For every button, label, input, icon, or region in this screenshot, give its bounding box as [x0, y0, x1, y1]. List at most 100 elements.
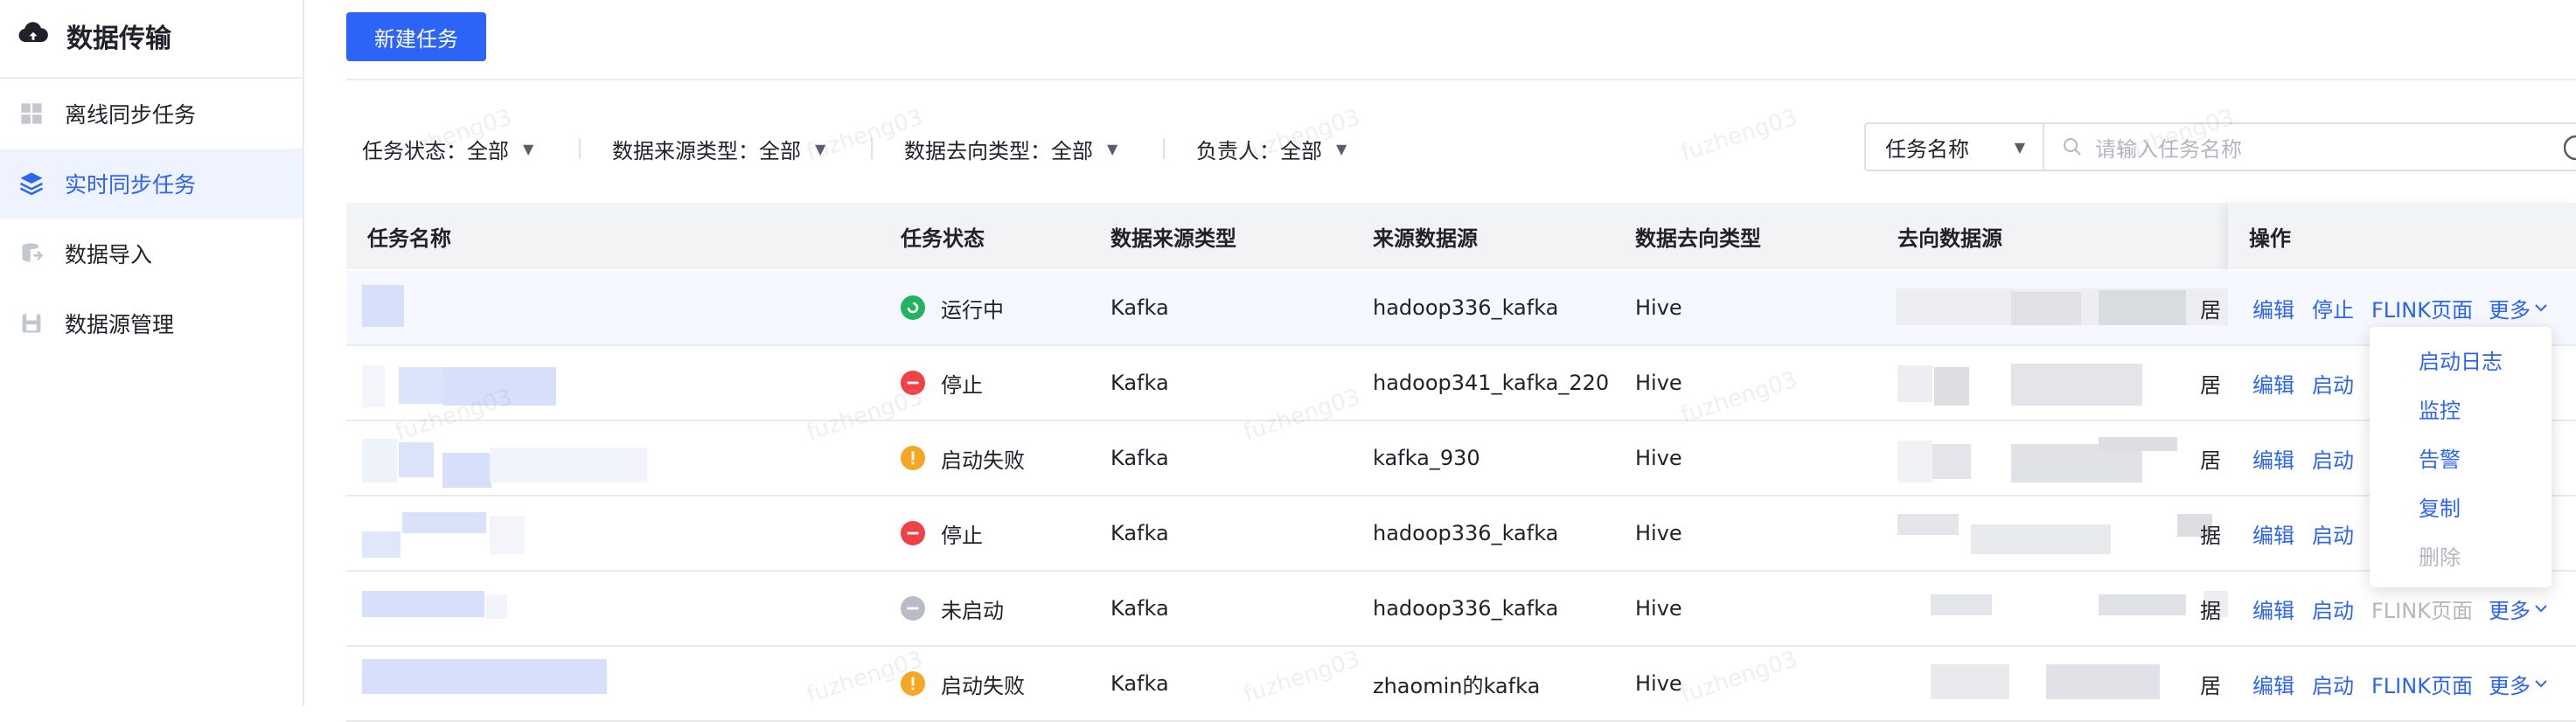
dest-type-cell: Hive: [1635, 295, 1682, 320]
dest-source-cell: 居: [2200, 372, 2221, 398]
chevron-down-icon: [2534, 603, 2548, 614]
redacted-task-name: [362, 285, 404, 327]
redacted-task-name: [490, 516, 525, 554]
menu-item-delete: 删除: [2419, 545, 2461, 570]
status-cell: 停止: [901, 346, 983, 420]
sidebar-item-datasource[interactable]: 数据源管理: [0, 288, 303, 358]
failed-status-icon: [901, 671, 925, 696]
status-cell: 运行中: [901, 271, 1004, 344]
divider: [579, 138, 581, 159]
ops-cell: 编辑 启动 FLINK页面 更多: [2228, 647, 2576, 722]
column-header: 数据去向类型: [1635, 226, 1761, 251]
search-field-select[interactable]: 任务名称 ▼: [1864, 122, 2044, 171]
source-cell: hadoop336_kafka: [1373, 521, 1559, 545]
redacted-task-name: [402, 512, 486, 533]
dest-type-cell: Hive: [1635, 521, 1682, 545]
redacted-task-name: [362, 591, 484, 617]
dest-source-cell: 据: [2200, 523, 2221, 548]
source-type-cell: Kafka: [1110, 371, 1169, 395]
grid-icon: [17, 100, 45, 128]
toggle-run-button[interactable]: 启动: [2312, 496, 2354, 570]
edit-button[interactable]: 编辑: [2252, 271, 2294, 344]
column-header: 去向数据源: [1897, 226, 2002, 251]
chevron-down-icon: [2534, 302, 2548, 313]
menu-item-alert[interactable]: 告警: [2419, 442, 2461, 473]
source-cell: hadoop336_kafka: [1373, 596, 1559, 621]
ops-header: 操作: [2228, 203, 2576, 269]
new-task-button[interactable]: 新建任务: [346, 12, 486, 61]
more-button[interactable]: 更多: [2489, 647, 2548, 720]
redacted-dest-source: [2099, 437, 2177, 451]
column-header: 数据来源类型: [1110, 226, 1236, 251]
redacted-task-name: [362, 531, 400, 558]
source-cell: hadoop336_kafka: [1373, 295, 1559, 320]
app-title: 数据传输: [66, 24, 171, 54]
dest-source-cell: 据: [2200, 598, 2221, 623]
redacted-task-name: [362, 365, 385, 407]
edit-button[interactable]: 编辑: [2252, 346, 2294, 420]
dest-source-cell: 居: [2200, 673, 2221, 698]
more-dropdown-menu: 启动日志 监控 告警 复制 删除: [2370, 327, 2552, 587]
caret-down-icon: ▼: [523, 140, 534, 157]
filter-dest-type[interactable]: 数据去向类型： 全部 ▼: [904, 131, 1117, 166]
column-header: 任务状态: [901, 226, 985, 251]
search-input[interactable]: 请输入任务名称: [2044, 122, 2576, 171]
source-cell: hadoop341_kafka_220: [1373, 371, 1610, 395]
toggle-run-button[interactable]: 启动: [2312, 647, 2354, 720]
search-group: 任务名称 ▼ 请输入任务名称: [1864, 122, 2576, 171]
redacted-dest-source: [2011, 292, 2081, 325]
redacted-dest-source: [2046, 664, 2160, 699]
dest-type-cell: Hive: [1635, 671, 1682, 696]
redacted-task-name: [442, 453, 491, 488]
toggle-run-button[interactable]: 启动: [2312, 572, 2354, 645]
status-text: 启动失败: [941, 448, 1025, 473]
flink-page-link[interactable]: FLINK页面: [2371, 647, 2473, 720]
menu-item-monitor[interactable]: 监控: [2419, 393, 2461, 424]
redacted-dest-source: [1931, 594, 1992, 615]
filter-source-type[interactable]: 数据来源类型： 全部 ▼: [612, 131, 825, 166]
sidebar-item-label: 离线同步任务: [65, 102, 197, 128]
status-text: 未启动: [941, 598, 1004, 623]
column-header: 任务名称: [367, 226, 451, 251]
refresh-icon[interactable]: [2563, 133, 2576, 166]
status-text: 停止: [941, 523, 983, 548]
dest-source-cell: 居: [2200, 448, 2221, 473]
column-header: 操作: [2249, 226, 2291, 251]
menu-item-start-log[interactable]: 启动日志: [2419, 344, 2503, 375]
edit-button[interactable]: 编辑: [2252, 496, 2294, 570]
redacted-task-name: [442, 367, 556, 406]
status-cell: 启动失败: [901, 421, 1025, 495]
toggle-run-button[interactable]: 启动: [2312, 421, 2354, 495]
sidebar-item-offline-sync[interactable]: 离线同步任务: [0, 79, 303, 149]
toggle-run-button[interactable]: 启动: [2312, 346, 2354, 420]
divider: [346, 79, 2576, 80]
filter-owner[interactable]: 负责人： 全部 ▼: [1196, 131, 1347, 166]
stopped-status-icon: [901, 371, 925, 395]
redacted-dest-source: [2011, 364, 2142, 406]
toggle-run-button[interactable]: 停止: [2312, 271, 2354, 344]
database-import-icon: [17, 240, 45, 267]
filter-label: 负责人：: [1196, 138, 1280, 163]
layers-icon: [17, 170, 45, 198]
sidebar-item-label: 数据源管理: [65, 312, 175, 337]
redacted-dest-source: [1971, 524, 2111, 554]
sidebar-item-realtime-sync[interactable]: 实时同步任务: [0, 149, 303, 219]
divider: [1163, 138, 1165, 159]
dest-type-cell: Hive: [1635, 596, 1682, 621]
caret-down-icon: ▼: [1107, 140, 1118, 157]
redacted-dest-source: [1897, 365, 1932, 402]
caret-down-icon: ▼: [815, 140, 826, 157]
source-type-cell: Kafka: [1110, 596, 1169, 621]
status-cell: 未启动: [901, 572, 1004, 645]
search-field-label: 任务名称: [1885, 136, 1969, 162]
filter-task-status[interactable]: 任务状态： 全部 ▼: [362, 131, 533, 166]
menu-item-copy[interactable]: 复制: [2419, 491, 2461, 522]
sidebar-item-data-import[interactable]: 数据导入: [0, 219, 303, 288]
caret-down-icon: ▼: [2014, 138, 2025, 156]
edit-button[interactable]: 编辑: [2252, 572, 2294, 645]
edit-button[interactable]: 编辑: [2252, 421, 2294, 495]
edit-button[interactable]: 编辑: [2252, 647, 2294, 720]
redacted-task-name: [486, 594, 507, 619]
source-cell: zhaomin的kafka: [1373, 673, 1541, 698]
stopped-status-icon: [901, 521, 925, 545]
